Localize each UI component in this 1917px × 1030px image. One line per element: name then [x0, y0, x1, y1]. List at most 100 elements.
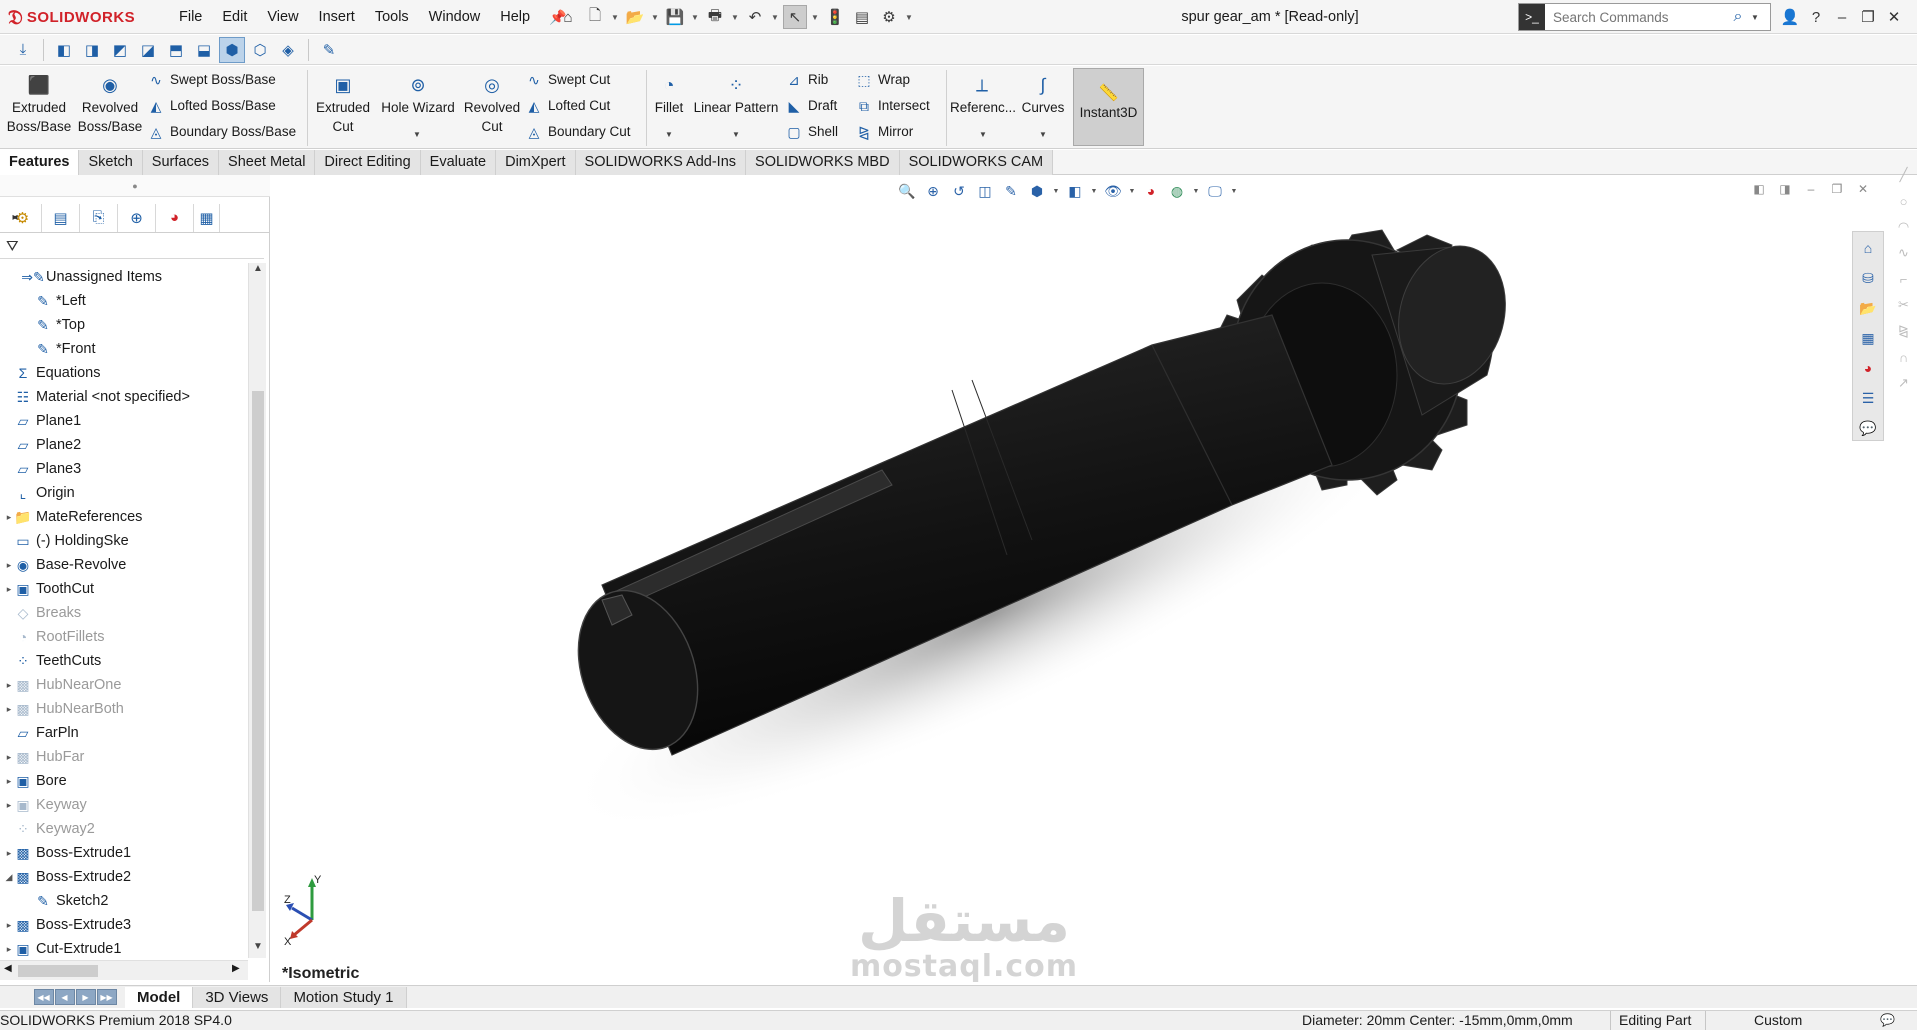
menu-help[interactable]: Help [491, 0, 539, 34]
swept-cut-button[interactable]: ∿ Swept Cut [526, 68, 610, 92]
tab-model[interactable]: Model [125, 986, 194, 1008]
menu-file[interactable]: File [170, 0, 211, 34]
tree-item[interactable]: ▸ ▩ HubNearBoth [0, 697, 250, 721]
collapse-arrow-icon[interactable]: ◢ [4, 872, 14, 883]
help-icon[interactable]: ? [1806, 2, 1826, 32]
tree-item[interactable]: ▱ Plane3 [0, 457, 250, 481]
vertical-scroll-thumb[interactable] [252, 391, 264, 911]
scroll-left-icon[interactable]: ◀ [4, 963, 12, 974]
display-manager-icon[interactable]: ◕ [156, 203, 194, 232]
tree-item[interactable]: ☷ Material <not specified> [0, 385, 250, 409]
tree-item[interactable]: ▸ ▣ Bore [0, 769, 250, 793]
dimension-tool-icon[interactable]: ⌐ [1893, 268, 1915, 290]
tree-item[interactable]: ▸ ▩ HubFar [0, 745, 250, 769]
wrap-button[interactable]: ⬚ Wrap [856, 68, 910, 92]
sketch-pencil-icon[interactable]: ✎ [316, 37, 342, 63]
tree-item[interactable]: ✎ *Top [0, 313, 250, 337]
tree-item[interactable]: ◇ Breaks [0, 601, 250, 625]
spline-tool-icon[interactable]: ∿ [1893, 242, 1915, 264]
tab-add-ins[interactable]: SOLIDWORKS Add-Ins [575, 150, 747, 175]
tree-item[interactable]: ▸ ◉ Base-Revolve [0, 553, 250, 577]
bottom-view-icon[interactable]: ⬓ [191, 37, 217, 63]
shell-button[interactable]: ▢ Shell [786, 120, 838, 144]
search-commands-box[interactable]: >_ ⌕ ▼ [1518, 3, 1771, 31]
tree-item[interactable]: ▸ ▩ HubNearOne [0, 673, 250, 697]
select-cursor-icon[interactable]: ↖ [783, 5, 807, 29]
tree-item[interactable]: ✎ Sketch2 [0, 889, 250, 913]
hole-wizard-dropdown-icon[interactable]: ▼ [413, 130, 421, 139]
dimxpert-manager-icon[interactable]: ⊕ [118, 203, 156, 232]
print-icon[interactable]: 🖶 [703, 5, 727, 29]
tree-item[interactable]: ▱ FarPln [0, 721, 250, 745]
close-icon[interactable]: ✕ [1884, 2, 1904, 32]
design-library-icon[interactable]: ⛁ [1856, 266, 1880, 290]
tree-item[interactable]: ⁘ Keyway2 [0, 817, 250, 841]
fillet-button[interactable]: ◔ Fillet [650, 74, 688, 117]
offset-tool-icon[interactable]: ∩ [1893, 346, 1915, 368]
options-gear-icon[interactable]: ⚙ [877, 5, 901, 29]
undo-dropdown-icon[interactable]: ▼ [770, 5, 780, 29]
tree-item[interactable]: ✎ *Left [0, 289, 250, 313]
instant3d-button[interactable]: 📏 Instant3D [1073, 68, 1144, 146]
linear-pattern-button[interactable]: ⁘ Linear Pattern [690, 74, 782, 117]
new-dropdown-icon[interactable]: ▼ [610, 5, 620, 29]
tree-item[interactable]: ◢ ▩ Boss-Extrude2 [0, 865, 250, 889]
search-icon[interactable]: ⌕ [1725, 8, 1751, 26]
open-folder-icon[interactable]: 📂 [623, 5, 647, 29]
tree-vertical-scrollbar[interactable]: ▲ ▼ [248, 263, 266, 958]
tab-features[interactable]: Features [0, 150, 80, 175]
tab-cam[interactable]: SOLIDWORKS CAM [899, 150, 1054, 175]
tree-filter[interactable]: ⛛ [0, 235, 264, 259]
tab-mbd[interactable]: SOLIDWORKS MBD [746, 150, 900, 175]
tree-item[interactable]: ▱ Plane1 [0, 409, 250, 433]
tab-motion-study[interactable]: Motion Study 1 [281, 986, 407, 1008]
revolved-boss-button[interactable]: ◉ Revolved Boss/Base [76, 74, 144, 136]
new-document-icon[interactable]: 🗋 [583, 5, 607, 29]
back-view-icon[interactable]: ◨ [79, 37, 105, 63]
menu-view[interactable]: View [258, 0, 307, 34]
line-tool-icon[interactable]: ╱ [1893, 164, 1915, 186]
print-dropdown-icon[interactable]: ▼ [730, 5, 740, 29]
appearances-scenes-icon[interactable]: ◕ [1856, 356, 1880, 380]
graphics-area[interactable]: 🔍 ⊕ ↺ ◫ ✎ ⬢ ▼ ◧ ▼ 👁 ▼ ◕ ◍ ▼ 🖵 ▼ ◧ ◨ – ❐ … [272, 175, 1890, 982]
rib-button[interactable]: ⊿ Rib [786, 68, 828, 92]
arc-tool-icon[interactable]: ◠ [1893, 216, 1915, 238]
search-input[interactable] [1545, 5, 1725, 29]
menu-window[interactable]: Window [420, 0, 490, 34]
menu-insert[interactable]: Insert [310, 0, 364, 34]
tab-scroll-right-icon[interactable]: ▸ [4, 204, 26, 232]
prev-tab-icon[interactable]: ◀ [54, 989, 75, 1005]
tree-item[interactable]: ▭ (-) HoldingSke [0, 529, 250, 553]
tree-item[interactable]: ▱ Plane2 [0, 433, 250, 457]
last-tab-icon[interactable]: ▶▶ [96, 989, 117, 1005]
first-tab-icon[interactable]: ◀◀ [33, 989, 54, 1005]
left-view-icon[interactable]: ◩ [107, 37, 133, 63]
tree-item[interactable]: ◔ RootFillets [0, 625, 250, 649]
mirror-tool-icon[interactable]: ⧎ [1893, 320, 1915, 342]
minimize-icon[interactable]: – [1832, 2, 1852, 32]
expand-arrow-icon[interactable]: ▸ [4, 848, 14, 859]
top-view-icon[interactable]: ⬒ [163, 37, 189, 63]
expand-arrow-icon[interactable]: ▸ [4, 584, 14, 595]
boundary-boss-button[interactable]: ◬ Boundary Boss/Base [148, 120, 296, 144]
expand-arrow-icon[interactable]: ▸ [4, 920, 14, 931]
horizontal-scroll-thumb[interactable] [18, 965, 98, 977]
tab-evaluate[interactable]: Evaluate [420, 150, 497, 175]
scroll-down-icon[interactable]: ▼ [251, 941, 265, 952]
tab-direct-editing[interactable]: Direct Editing [315, 150, 421, 175]
configuration-manager-icon[interactable]: ⎘ [80, 203, 118, 232]
tab-sketch[interactable]: Sketch [79, 150, 143, 175]
swept-boss-button[interactable]: ∿ Swept Boss/Base [148, 68, 276, 92]
solidworks-logo[interactable]: 𝔇 SOLIDWORKS [8, 3, 150, 31]
fillet-dropdown-icon[interactable]: ▼ [665, 130, 673, 139]
tree-item[interactable]: ⇒✎ Unassigned Items [0, 265, 250, 289]
mirror-button[interactable]: ⧎ Mirror [856, 120, 913, 144]
tree-horizontal-scrollbar[interactable]: ◀ ▶ [0, 960, 248, 980]
expand-arrow-icon[interactable]: ▸ [4, 680, 14, 691]
extruded-boss-button[interactable]: ⬛ Extruded Boss/Base [6, 74, 72, 136]
expand-arrow-icon[interactable]: ▸ [4, 512, 14, 523]
expand-arrow-icon[interactable]: ▸ [4, 776, 14, 787]
undo-icon[interactable]: ↶ [743, 5, 767, 29]
normal-to-icon[interactable]: ⤓ [10, 37, 36, 63]
rebuild-icon[interactable]: 🚦 [823, 5, 847, 29]
